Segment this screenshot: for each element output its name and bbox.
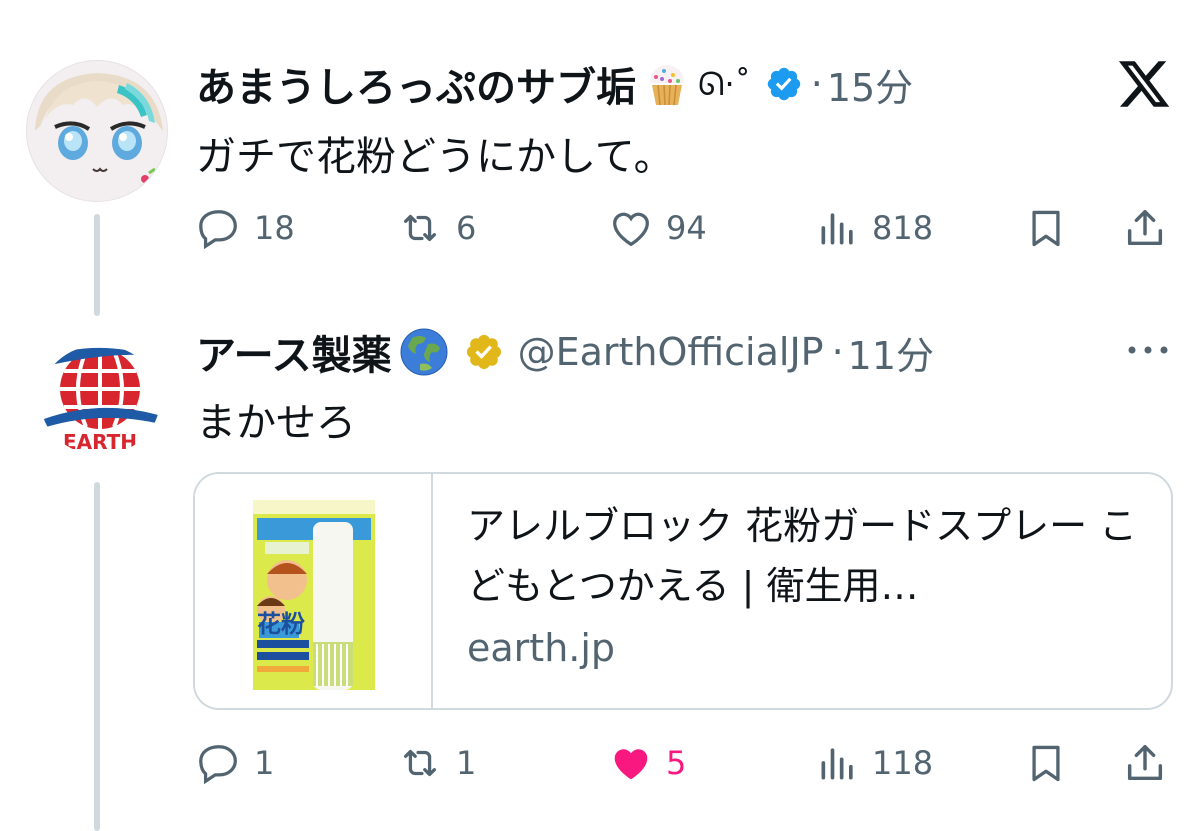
bookmark-button[interactable] <box>1024 203 1068 253</box>
tweet-text: ガチで花粉どうにかして。 <box>196 134 674 180</box>
heart-icon <box>613 212 649 247</box>
reply-button[interactable]: 1 <box>196 738 274 788</box>
repost-arrows-icon <box>403 749 437 777</box>
share-upload-icon <box>1127 209 1163 246</box>
repost-count: 1 <box>456 744 477 782</box>
action-bar: 18 6 94 818 <box>196 203 1176 253</box>
avatar[interactable]: EARTH <box>40 345 160 455</box>
timestamp[interactable]: 11分 <box>848 325 934 380</box>
share-button[interactable] <box>1122 738 1168 788</box>
verified-badge-icon <box>464 332 504 372</box>
author-row: あまうしろっぷのサブ垢 ᘏ·˚ · 15分 <box>196 56 913 112</box>
speech-bubble-icon <box>199 210 237 250</box>
globe-icon <box>398 326 450 378</box>
more-dots-icon[interactable] <box>1124 340 1172 360</box>
like-button[interactable]: 94 <box>608 203 707 253</box>
repost-count: 6 <box>456 209 477 247</box>
bookmark-icon <box>1032 210 1060 247</box>
separator-dot: · <box>831 330 844 374</box>
like-button[interactable]: 5 <box>608 738 686 788</box>
link-card-title: アレルブロック 花粉ガードスプレー こどもとつかえる | 衛生用… <box>467 504 1138 608</box>
cupcake-icon <box>642 59 692 109</box>
tweet-text: まかせろ <box>196 400 356 446</box>
verified-badge-icon <box>765 65 803 103</box>
user-handle[interactable]: @EarthOfficialJP <box>518 330 824 374</box>
svg-text:花粉: 花粉 <box>257 610 305 638</box>
separator-dot: · <box>810 62 823 106</box>
link-card[interactable]: 花粉 アレルブロック 花粉ガードスプレー こどもとつかえる | 衛生用… ear… <box>193 472 1173 710</box>
x-logo-icon <box>1116 56 1172 112</box>
bookmark-button[interactable] <box>1024 738 1068 788</box>
heart-icon <box>614 749 648 780</box>
like-count: 94 <box>666 209 707 247</box>
view-count: 118 <box>872 744 934 782</box>
share-button[interactable] <box>1122 203 1168 253</box>
thread-line <box>94 214 100 316</box>
action-bar: 1 1 5 118 <box>196 738 1176 788</box>
view-count: 818 <box>872 209 934 247</box>
name-kaomoji: ᘏ·˚ <box>698 64 751 103</box>
timestamp[interactable]: 15分 <box>827 57 913 112</box>
speech-bubble-icon <box>199 745 237 785</box>
display-name[interactable]: あまうしろっぷのサブ垢 <box>196 55 636 113</box>
share-upload-icon <box>1127 744 1163 781</box>
reply-count: 18 <box>254 209 295 247</box>
reply-button[interactable]: 18 <box>196 203 295 253</box>
earth-logo-text: EARTH <box>63 430 137 454</box>
views-button[interactable]: 118 <box>816 738 933 788</box>
display-name[interactable]: アース製薬 <box>196 323 392 381</box>
reply-count: 1 <box>254 744 275 782</box>
thread-line <box>94 482 100 831</box>
avatar[interactable] <box>26 60 168 202</box>
bar-chart-icon <box>821 748 853 780</box>
author-row: アース製薬 @EarthOfficialJP · 11分 <box>196 324 934 380</box>
product-image: 花粉 <box>195 474 433 708</box>
like-count: 5 <box>666 744 687 782</box>
views-button[interactable]: 818 <box>816 203 933 253</box>
repost-arrows-icon <box>403 214 437 242</box>
repost-button[interactable]: 6 <box>396 203 476 253</box>
bar-chart-icon <box>821 213 853 245</box>
bookmark-icon <box>1032 745 1060 782</box>
link-card-domain: earth.jp <box>467 626 616 670</box>
repost-button[interactable]: 1 <box>396 738 476 788</box>
